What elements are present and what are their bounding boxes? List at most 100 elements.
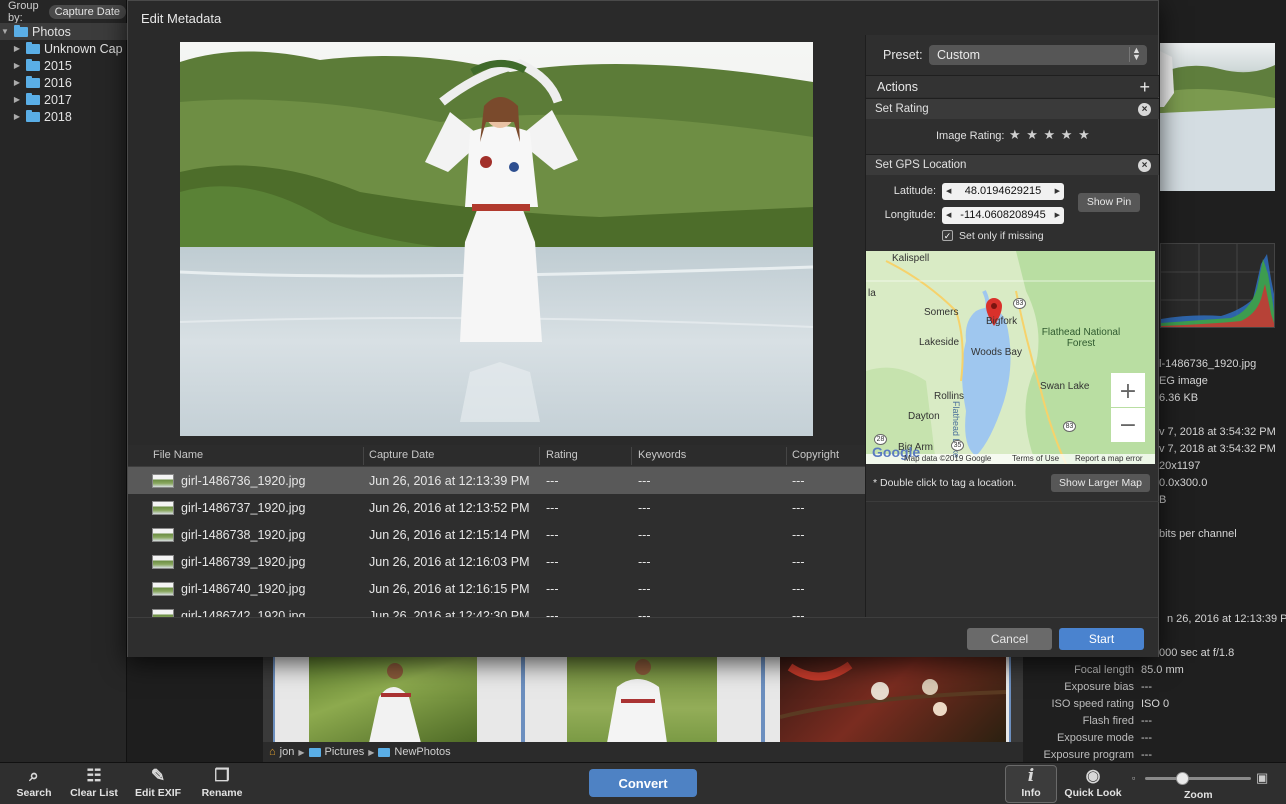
zoom-slider-knob[interactable] — [1176, 772, 1190, 785]
file-name: girl-1486740_1920.jpg — [181, 582, 306, 596]
file-thumbnail — [152, 555, 174, 569]
quick-look-button[interactable]: ◉ Quick Look — [1063, 765, 1123, 803]
edit-exif-button[interactable]: ✎ Edit EXIF — [134, 765, 182, 803]
path-bar: ⌂ jon ▶ Pictures ▶ NewPhotos — [263, 742, 1023, 762]
capture-date: Jun 26, 2016 at 12:42:30 PM — [369, 609, 530, 617]
tree-item-2016[interactable]: ▶ 2016 — [0, 74, 127, 91]
path-item[interactable]: NewPhotos — [394, 746, 450, 758]
rating: --- — [546, 528, 559, 542]
remove-action-icon[interactable]: × — [1138, 159, 1151, 172]
route-shield: 83 — [1013, 298, 1026, 309]
tree-item-2015[interactable]: ▶ 2015 — [0, 57, 127, 74]
folder-icon — [26, 41, 40, 54]
tree-item-label: Photos — [32, 24, 71, 39]
column-rating[interactable]: Rating — [546, 449, 578, 463]
keywords: --- — [638, 501, 651, 515]
column-keywords[interactable]: Keywords — [638, 449, 686, 463]
show-larger-map-button[interactable]: Show Larger Map — [1051, 474, 1150, 492]
remove-action-icon[interactable]: × — [1138, 103, 1151, 116]
tree-item-photos[interactable]: ▼ Photos — [0, 23, 127, 40]
preset-select[interactable]: Custom ▲ ▼ — [929, 45, 1147, 65]
info-dimensions: 20x1197 — [1159, 460, 1201, 472]
file-row[interactable]: girl-1486736_1920.jpg Jun 26, 2016 at 12… — [128, 467, 865, 494]
map-place: la — [868, 288, 876, 299]
copyright: --- — [792, 474, 805, 488]
plus-icon[interactable]: + — [1139, 76, 1150, 98]
disclosure-closed-icon[interactable]: ▶ — [12, 44, 22, 53]
tree-item-unknown[interactable]: ▶ Unknown Cap — [0, 40, 127, 57]
folder-icon — [14, 24, 28, 37]
disclosure-closed-icon[interactable]: ▶ — [12, 61, 22, 70]
zoom-slider[interactable] — [1145, 772, 1251, 785]
tree-item-2017[interactable]: ▶ 2017 — [0, 91, 127, 108]
show-pin-button[interactable]: Show Pin — [1078, 193, 1140, 212]
divider — [866, 501, 1159, 502]
info-filename: l-1486736_1920.jpg — [1159, 358, 1257, 370]
map-attribution: Map data ©2019 Google — [904, 454, 992, 463]
file-thumbnail — [152, 609, 174, 617]
star-rating[interactable]: ★ ★ ★ ★ ★ — [1009, 127, 1091, 143]
cancel-button[interactable]: Cancel — [967, 628, 1052, 650]
folder-icon — [26, 75, 40, 88]
longitude-value: -114.0608208945 — [960, 209, 1046, 221]
disclosure-closed-icon[interactable]: ▶ — [12, 95, 22, 104]
increment-icon[interactable]: ▶ — [1055, 207, 1060, 224]
decrement-icon[interactable]: ◀ — [946, 183, 951, 200]
group-by-control: Group by: Capture Date — [8, 0, 126, 24]
convert-button[interactable]: Convert — [589, 769, 697, 797]
increment-icon[interactable]: ▶ — [1055, 183, 1060, 200]
longitude-label: Longitude: — [884, 209, 936, 221]
clear-list-button[interactable]: ☷ Clear List — [68, 765, 120, 803]
info-modified: v 7, 2018 at 3:54:32 PM — [1159, 443, 1276, 455]
column-copyright[interactable]: Copyright — [792, 449, 839, 463]
rename-icon: ❐ — [214, 766, 230, 785]
file-name: girl-1486742_1920.jpg — [181, 609, 306, 617]
map-place: Bigfork — [986, 316, 1018, 327]
keywords: --- — [638, 609, 651, 617]
file-row[interactable]: girl-1486742_1920.jpg Jun 26, 2016 at 12… — [128, 602, 865, 617]
source-sidebar: Group by: Capture Date ▼ Photos ▶ Unknow… — [0, 0, 127, 762]
keywords: --- — [638, 582, 651, 596]
map-terms-link[interactable]: Terms of Use — [1012, 454, 1059, 463]
latitude-field[interactable]: ◀ 48.0194629215 ▶ — [942, 183, 1064, 200]
file-name: girl-1486738_1920.jpg — [181, 528, 306, 542]
edit-exif-label: Edit EXIF — [134, 787, 182, 799]
rating: --- — [546, 555, 559, 569]
disclosure-closed-icon[interactable]: ▶ — [12, 78, 22, 87]
longitude-field[interactable]: ◀ -114.0608208945 ▶ — [942, 207, 1064, 224]
file-row[interactable]: girl-1486737_1920.jpg Jun 26, 2016 at 12… — [128, 494, 865, 521]
film-thumbnail[interactable] — [779, 657, 1007, 743]
map-place: Lakeside — [919, 337, 960, 348]
tree-item-2018[interactable]: ▶ 2018 — [0, 108, 127, 125]
film-thumbnail[interactable] — [309, 657, 477, 743]
preview-photo — [180, 42, 813, 436]
image-rating-label: Image Rating: — [936, 130, 1005, 142]
preset-value: Custom — [937, 48, 981, 62]
preset-label: Preset: — [883, 48, 923, 62]
rename-button[interactable]: ❐ Rename — [200, 765, 244, 803]
path-item[interactable]: Pictures — [325, 746, 365, 758]
checkbox-checked-icon[interactable]: ✓ — [942, 230, 953, 241]
search-button[interactable]: ⌕ Search — [14, 765, 54, 803]
file-row[interactable]: girl-1486739_1920.jpg Jun 26, 2016 at 12… — [128, 548, 865, 575]
start-button[interactable]: Start — [1059, 628, 1144, 650]
route-shield: 83 — [1063, 421, 1076, 432]
file-row[interactable]: girl-1486740_1920.jpg Jun 26, 2016 at 12… — [128, 575, 865, 602]
decrement-icon[interactable]: ◀ — [946, 207, 951, 224]
location-map[interactable]: + − Kalispell Somers Bigfork Lakeside Wo… — [866, 251, 1155, 464]
disclosure-closed-icon[interactable]: ▶ — [12, 112, 22, 121]
map-report-link[interactable]: Report a map error — [1075, 454, 1143, 463]
set-rating-header: Set Rating × — [866, 98, 1159, 119]
group-by-select[interactable]: Capture Date — [48, 5, 126, 19]
file-table-header: File Name Capture Date Rating Keywords C… — [128, 445, 865, 467]
info-resolution: 0.0x300.0 — [1159, 477, 1208, 489]
file-row[interactable]: girl-1486738_1920.jpg Jun 26, 2016 at 12… — [128, 521, 865, 548]
column-file-name[interactable]: File Name — [153, 449, 203, 463]
disclosure-open-icon[interactable]: ▼ — [0, 27, 10, 36]
film-thumbnail[interactable] — [567, 657, 717, 743]
path-item[interactable]: jon — [280, 746, 295, 758]
map-place: Dayton — [908, 411, 940, 422]
info-exposure: 000 sec at f/1.8 — [1159, 647, 1235, 659]
column-capture-date[interactable]: Capture Date — [369, 449, 434, 463]
folder-icon — [26, 109, 40, 122]
